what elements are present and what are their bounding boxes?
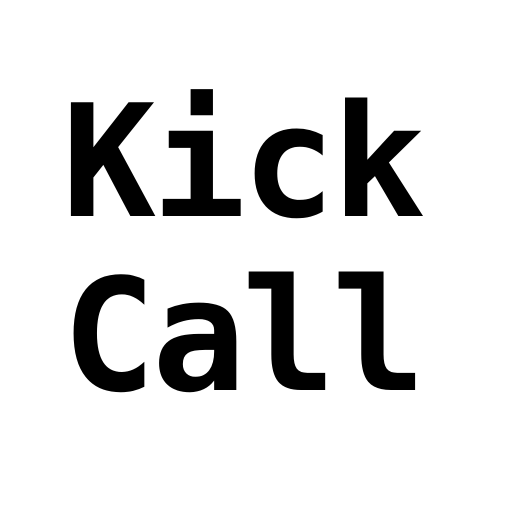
wordmark-logo: Kick Call <box>0 0 512 512</box>
logo-text-line-1: Kick <box>62 71 426 253</box>
logo-text-line-2: Call <box>62 245 426 427</box>
